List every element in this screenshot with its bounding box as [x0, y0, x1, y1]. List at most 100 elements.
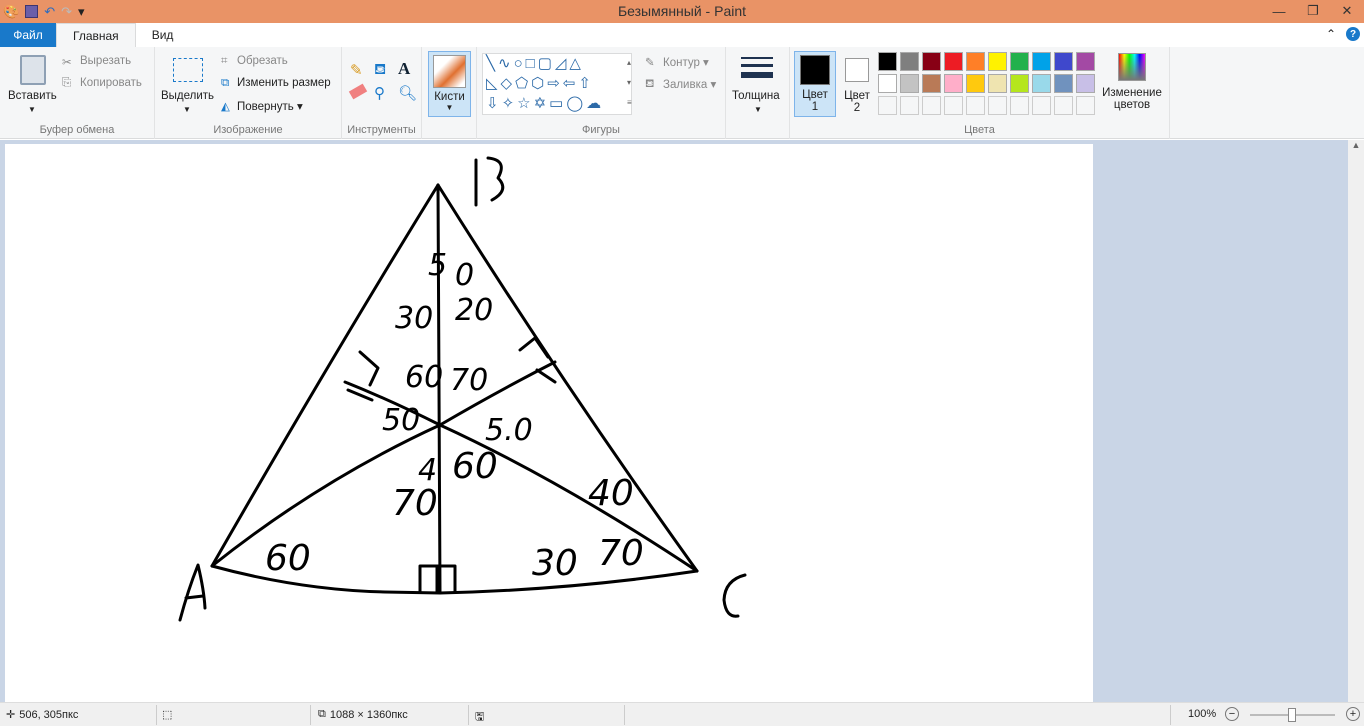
- outline-button[interactable]: Контур ▾: [663, 55, 709, 69]
- tools-group-label: Инструменты: [347, 124, 416, 136]
- palette-swatch[interactable]: [944, 52, 963, 71]
- drawing-label-9: 50: [382, 403, 420, 438]
- clipboard-group-label: Буфер обмена: [39, 124, 115, 136]
- custom-color-slot[interactable]: [900, 96, 919, 115]
- brushes-button[interactable]: Кисти ▼: [428, 51, 471, 117]
- text-tool-icon[interactable]: A: [398, 59, 410, 79]
- image-group-label: Изображение: [213, 124, 283, 136]
- ribbon: Вставить ▼ ✂ Вырезать ⎘ Копировать Буфер…: [0, 47, 1364, 139]
- ribbon-tabs: Файл Главная Вид ⌃ ?: [0, 23, 1364, 47]
- palette-swatch[interactable]: [1076, 52, 1095, 71]
- undo-icon[interactable]: ↶: [44, 4, 55, 20]
- cut-button[interactable]: Вырезать: [80, 55, 131, 67]
- palette-swatch[interactable]: [900, 74, 919, 93]
- color1-number: 1: [811, 101, 819, 113]
- zoom-slider-thumb[interactable]: [1288, 708, 1296, 722]
- tab-file[interactable]: Файл: [0, 23, 56, 47]
- custom-color-slot[interactable]: [1076, 96, 1095, 115]
- custom-color-slot[interactable]: [922, 96, 941, 115]
- customize-quick-access-icon[interactable]: ▾: [78, 4, 85, 20]
- vertical-scrollbar[interactable]: ▲: [1348, 140, 1364, 702]
- resize-button[interactable]: Изменить размер: [237, 77, 331, 89]
- select-icon[interactable]: [173, 58, 203, 82]
- drawing-label-7: 60: [405, 360, 443, 395]
- palette-swatch[interactable]: [1032, 52, 1051, 71]
- fill-button[interactable]: Заливка ▾: [663, 77, 716, 91]
- redo-icon[interactable]: ↷: [61, 4, 72, 20]
- crop-button[interactable]: Обрезать: [237, 55, 288, 67]
- palette-swatch[interactable]: [878, 52, 897, 71]
- palette-swatch[interactable]: [1032, 74, 1051, 93]
- custom-color-slot[interactable]: [1010, 96, 1029, 115]
- copy-button[interactable]: Копировать: [80, 77, 142, 89]
- palette-swatch[interactable]: [878, 74, 897, 93]
- palette-swatch[interactable]: [922, 52, 941, 71]
- custom-color-slot[interactable]: [878, 96, 897, 115]
- palette-swatch[interactable]: [1076, 74, 1095, 93]
- paste-icon[interactable]: [20, 55, 46, 85]
- drawing-canvas[interactable]: B A C 5 0 30 20 60 70 50 5.0 4 60 70 40 60 30 70: [5, 144, 1093, 702]
- palette-swatch[interactable]: [1054, 74, 1073, 93]
- fill-bucket-icon[interactable]: ⛾: [374, 61, 386, 80]
- drawing-label-17: 70: [598, 533, 644, 574]
- palette-swatch[interactable]: [922, 74, 941, 93]
- palette-swatch[interactable]: [1010, 52, 1029, 71]
- color2-button[interactable]: Цвет 2: [840, 51, 874, 117]
- palette-swatch[interactable]: [1054, 52, 1073, 71]
- help-icon[interactable]: ?: [1346, 27, 1360, 41]
- custom-color-slot[interactable]: [1032, 96, 1051, 115]
- palette-swatch[interactable]: [1010, 74, 1029, 93]
- minimize-button[interactable]: —: [1262, 0, 1296, 22]
- size-icon[interactable]: [741, 57, 773, 78]
- edit-colors-button[interactable]: Изменение цветов: [1098, 53, 1166, 111]
- custom-color-slot[interactable]: [966, 96, 985, 115]
- edit-colors-icon: [1118, 53, 1146, 81]
- fill-icon: ⛾: [645, 78, 655, 90]
- color1-button[interactable]: Цвет 1: [794, 51, 836, 117]
- tools-group: ✎ ⛾ A ⚲ 🔍︎ Инструменты: [342, 47, 422, 139]
- drawing-label-3: 5: [428, 248, 447, 283]
- pencil-icon[interactable]: ✎: [350, 61, 363, 79]
- drawing-label-14: 40: [588, 473, 634, 514]
- custom-color-slot[interactable]: [988, 96, 1007, 115]
- rotate-button[interactable]: Повернуть ▾: [237, 99, 303, 113]
- save-icon[interactable]: [25, 5, 39, 18]
- tab-home[interactable]: Главная: [56, 23, 136, 47]
- size-button[interactable]: Толщина: [732, 90, 780, 102]
- drawing-label-10: 5.0: [485, 413, 533, 448]
- eraser-icon[interactable]: [348, 83, 368, 100]
- shapes-gallery[interactable]: ╲∿○□▢◿△ ◺◇⬠⬡⇨⇦⇧ ⇩✧☆✡▭◯☁: [482, 53, 632, 115]
- zoom-out-button[interactable]: −: [1225, 707, 1239, 721]
- restore-button[interactable]: ❐: [1296, 0, 1330, 22]
- copy-icon: ⎘: [62, 77, 72, 89]
- custom-color-slot[interactable]: [1054, 96, 1073, 115]
- color-picker-icon[interactable]: ⚲: [374, 84, 385, 102]
- paint-app-icon[interactable]: 🎨: [3, 4, 19, 20]
- color2-number: 2: [853, 102, 861, 114]
- custom-color-slot[interactable]: [944, 96, 963, 115]
- status-bar: ✛ 506, 305пкс ⬚ ⧉ 1088 × 1360пкс 🖫︎ 100% −…: [0, 702, 1364, 726]
- paste-button[interactable]: Вставить: [8, 90, 57, 102]
- palette-swatch[interactable]: [944, 74, 963, 93]
- zoom-in-button[interactable]: +: [1346, 707, 1360, 721]
- image-group: Выделить ▼ ⌗ Обрезать ⧉ Изменить размер …: [155, 47, 342, 139]
- palette-swatch[interactable]: [966, 52, 985, 71]
- magnifier-icon[interactable]: 🔍︎: [398, 84, 417, 102]
- select-button[interactable]: Выделить: [161, 90, 214, 102]
- drawing-label-2: C: [728, 585, 749, 620]
- color2-swatch: [845, 58, 869, 82]
- palette-swatch[interactable]: [988, 52, 1007, 71]
- palette-swatch[interactable]: [900, 52, 919, 71]
- palette-swatch[interactable]: [988, 74, 1007, 93]
- edit-colors-label-1: Изменение: [1102, 87, 1162, 99]
- close-button[interactable]: ✕: [1330, 0, 1364, 22]
- drawing-label-1: A: [188, 583, 211, 618]
- shapes-scroll[interactable]: ▴ ▾ ≡: [627, 53, 632, 113]
- crop-icon: ⌗: [221, 55, 228, 67]
- tab-view[interactable]: Вид: [136, 23, 190, 47]
- colors-group: Цвет 1 Цвет 2 Изменение цветов Цвета: [790, 47, 1170, 139]
- window-title: Безымянный - Paint: [617, 3, 747, 19]
- palette-swatch[interactable]: [966, 74, 985, 93]
- collapse-ribbon-icon[interactable]: ⌃: [1326, 27, 1336, 41]
- drawing-label-0: B: [490, 163, 511, 198]
